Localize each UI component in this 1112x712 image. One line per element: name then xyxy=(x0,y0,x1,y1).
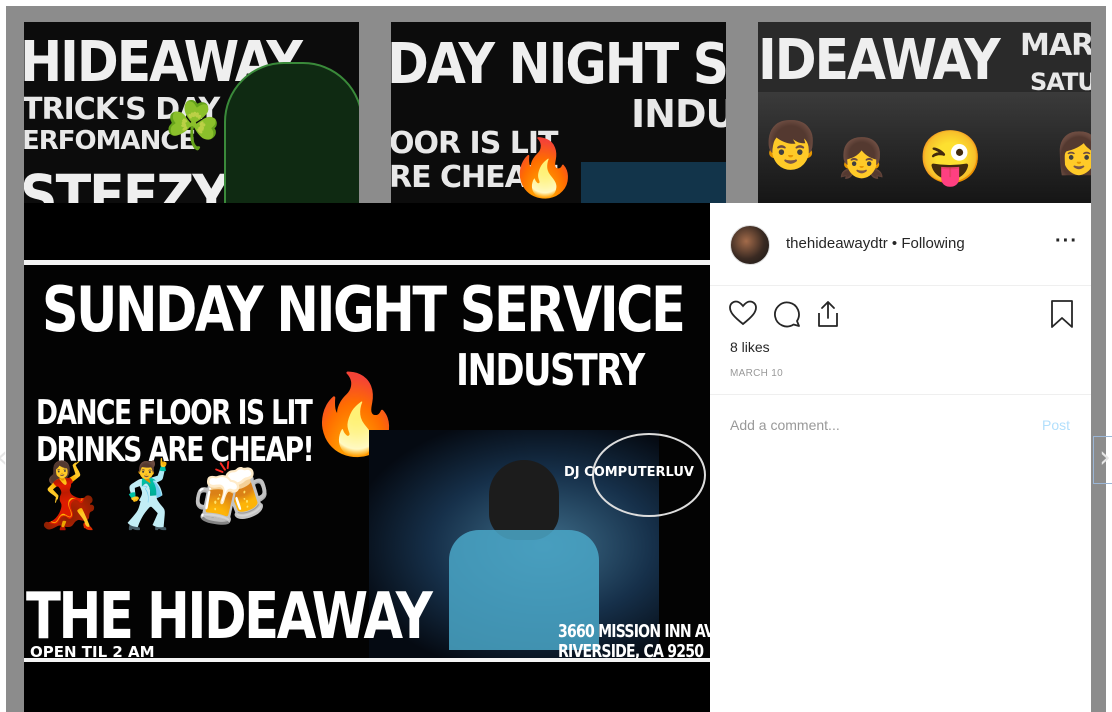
divider xyxy=(710,394,1091,395)
more-options-button[interactable]: ··· xyxy=(1055,230,1078,253)
comment-icon[interactable] xyxy=(772,299,802,329)
likes-count[interactable]: 8 likes xyxy=(730,339,770,355)
flyer-headline: SUNDAY NIGHT SERVICE xyxy=(42,273,686,346)
tile-text: MARCH xyxy=(1020,28,1091,63)
next-post-arrow-icon[interactable]: › xyxy=(1099,440,1111,475)
dj-name: DJ COMPUTERLUV xyxy=(564,465,694,480)
post-header: thehideawaydtr • Following ··· xyxy=(710,203,1091,286)
action-bar xyxy=(728,299,1073,331)
separator: • xyxy=(887,235,902,252)
dj-gear-photo xyxy=(581,162,726,204)
username-link[interactable]: thehideawaydtr xyxy=(786,235,888,252)
flyer-address: RIVERSIDE, CA 9250 xyxy=(558,641,704,662)
event-flyer: SUNDAY NIGHT SERVICE INDUSTRY DANCE FLOO… xyxy=(24,260,710,662)
avatar[interactable] xyxy=(730,225,770,265)
following-button[interactable]: Following xyxy=(901,235,964,252)
post-author: thehideawaydtr • Following xyxy=(786,235,965,252)
shamrock-icon: ☘️ xyxy=(164,99,222,151)
post-comment-button[interactable]: Post xyxy=(1042,417,1070,433)
post-date: MARCH 10 xyxy=(730,368,783,379)
grid-post-3[interactable]: IDEAWAY MARCH SATU 👦 👧 😜 👩 xyxy=(758,22,1091,204)
tile-text: IDEAWAY xyxy=(758,28,1001,93)
grid-post-2[interactable]: DAY NIGHT SERV INDUST OOR IS LIT RE CHEA… xyxy=(391,22,726,204)
tile-text: STEEZY xyxy=(24,162,230,204)
character-illustration xyxy=(224,62,359,204)
previous-post-arrow-icon[interactable]: ‹ xyxy=(0,440,8,475)
dancers-beer-icons: 💃🕺🍻 xyxy=(28,459,274,531)
comment-input[interactable]: Add a comment... xyxy=(730,417,840,433)
post-image[interactable]: SUNDAY NIGHT SERVICE INDUSTRY DANCE FLOO… xyxy=(24,203,710,712)
flyer-subheadline: INDUSTRY xyxy=(456,345,645,396)
fire-icon: 🔥 xyxy=(509,136,579,199)
dj-head-shape xyxy=(489,460,559,540)
post-side-panel: thehideawaydtr • Following ··· 8 likes M… xyxy=(710,203,1091,712)
tile-text: DAY NIGHT SERV xyxy=(391,32,726,97)
share-icon[interactable] xyxy=(814,299,842,329)
wink-emoji-icon: 😜 xyxy=(918,129,983,187)
tile-text: INDUST xyxy=(631,92,726,136)
bookmark-icon[interactable] xyxy=(1050,299,1074,329)
flyer-address: 3660 MISSION INN AV xyxy=(558,621,710,642)
flyer-hours: OPEN TIL 2 AM xyxy=(30,643,155,661)
face-emoji-icon: 👧 xyxy=(838,138,886,180)
post-modal: SUNDAY NIGHT SERVICE INDUSTRY DANCE FLOO… xyxy=(24,203,1091,712)
grid-post-1[interactable]: HIDEAWAY TRICK'S DAY ERFOMANCE STEEZY ☘️ xyxy=(24,22,359,204)
face-emoji-icon: 👩 xyxy=(1054,132,1091,176)
face-emoji-icon: 👦 xyxy=(762,119,820,171)
flyer-line: DANCE FLOOR IS LIT xyxy=(36,393,313,433)
heart-icon[interactable] xyxy=(728,299,758,327)
